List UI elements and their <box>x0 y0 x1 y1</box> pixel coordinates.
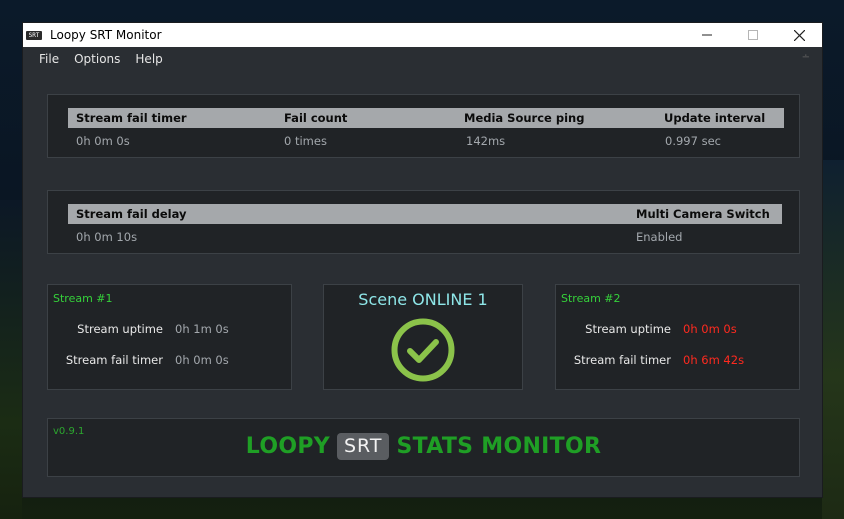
stream-2-fail-label: Stream fail timer <box>573 353 671 367</box>
maximize-button[interactable] <box>730 23 776 47</box>
stats-panel-2: Stream fail delay Multi Camera Switch 0h… <box>47 190 800 254</box>
brand-srt-badge: SRT <box>336 433 390 460</box>
header-update-interval: Update interval <box>664 111 766 125</box>
stream-2-fail-value: 0h 6m 42s <box>683 353 745 367</box>
brand-text-right: STATS MONITOR <box>396 434 602 459</box>
brand-logo: LOOPY SRT STATS MONITOR <box>48 433 799 460</box>
stream-1-fail-value: 0h 0m 0s <box>175 353 229 367</box>
stream-1-uptime-value: 0h 1m 0s <box>175 322 229 336</box>
stream-2-panel: Stream #2 Stream uptime 0h 0m 0s Stream … <box>555 284 800 390</box>
value-fail-count: 0 times <box>284 134 327 148</box>
brand-text-left: LOOPY <box>245 434 330 459</box>
menu-grip-icon: ∸ <box>801 52 810 63</box>
header-stream-fail-delay: Stream fail delay <box>76 207 187 221</box>
menu-options[interactable]: Options <box>74 52 120 66</box>
stream-1-fail-label: Stream fail timer <box>65 353 163 367</box>
value-stream-fail-timer: 0h 0m 0s <box>76 134 130 148</box>
header-media-source-ping: Media Source ping <box>464 111 585 125</box>
app-icon: SRT <box>26 30 42 40</box>
close-button[interactable] <box>776 23 822 47</box>
desktop-background-left <box>0 200 22 519</box>
stream-1-panel: Stream #1 Stream uptime 0h 1m 0s Stream … <box>47 284 292 390</box>
minimize-icon <box>702 34 712 36</box>
desktop-background-right <box>822 160 844 519</box>
stream-2-title: Stream #2 <box>561 292 621 305</box>
header-stream-fail-timer: Stream fail timer <box>76 111 187 125</box>
value-media-source-ping: 142ms <box>466 134 506 148</box>
stream-2-uptime-label: Stream uptime <box>585 322 671 336</box>
menu-file[interactable]: File <box>39 52 59 66</box>
scene-title: Scene ONLINE 1 <box>358 290 488 309</box>
window-title: Loopy SRT Monitor <box>50 28 162 42</box>
maximize-icon <box>748 30 758 40</box>
minimize-button[interactable] <box>684 23 730 47</box>
check-circle-icon <box>391 318 455 382</box>
app-window: SRT Loopy SRT Monitor File Options Help … <box>22 22 823 498</box>
stream-1-title: Stream #1 <box>53 292 113 305</box>
value-multi-camera-switch: Enabled <box>636 230 683 244</box>
value-stream-fail-delay: 0h 0m 10s <box>76 230 138 244</box>
title-bar[interactable]: SRT Loopy SRT Monitor <box>23 23 822 47</box>
stats-table-2-header: Stream fail delay Multi Camera Switch <box>68 204 782 224</box>
close-icon <box>793 29 805 41</box>
menu-bar: File Options Help ∸ <box>23 47 822 71</box>
footer-panel: v0.9.1 LOOPY SRT STATS MONITOR <box>47 418 800 477</box>
stream-1-uptime-label: Stream uptime <box>77 322 163 336</box>
stream-2-uptime-value: 0h 0m 0s <box>683 322 737 336</box>
value-update-interval: 0.997 sec <box>665 134 721 148</box>
header-multi-camera-switch: Multi Camera Switch <box>636 207 770 221</box>
stats-table-1-header: Stream fail timer Fail count Media Sourc… <box>68 108 784 128</box>
header-fail-count: Fail count <box>284 111 348 125</box>
stats-panel-1: Stream fail timer Fail count Media Sourc… <box>47 94 800 158</box>
menu-help[interactable]: Help <box>135 52 162 66</box>
scene-panel: Scene ONLINE 1 <box>323 284 523 390</box>
